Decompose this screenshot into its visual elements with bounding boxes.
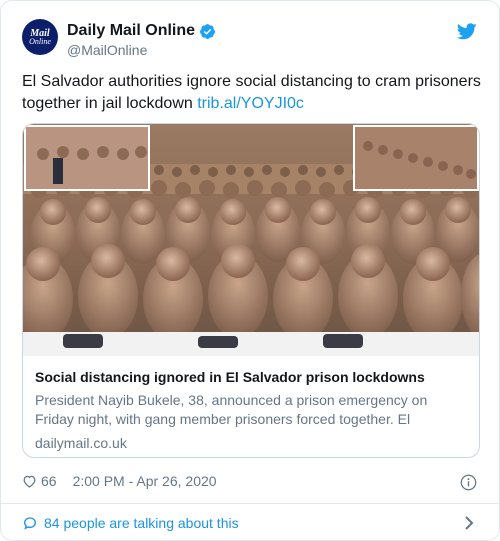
heart-icon[interactable] xyxy=(22,474,37,488)
avatar-line2: Online xyxy=(29,36,51,46)
card-image[interactable] xyxy=(23,124,480,356)
verified-badge-icon xyxy=(200,23,215,39)
conversation-text[interactable]: 84 people are talking about this xyxy=(44,515,239,531)
card-domain: dailymail.co.uk xyxy=(35,435,127,451)
avatar[interactable]: Mail Online xyxy=(22,19,58,55)
timestamp[interactable]: 2:00 PM - Apr 26, 2020 xyxy=(73,473,217,489)
like-count[interactable]: 66 xyxy=(41,473,57,489)
link-card[interactable]: Social distancing ignored in El Salvador… xyxy=(22,123,480,458)
divider xyxy=(1,503,499,504)
card-description: President Nayib Bukele, 38, announced a … xyxy=(35,392,428,427)
conversation-link[interactable]: 84 people are talking about this xyxy=(22,515,480,531)
display-name[interactable]: Daily Mail Online xyxy=(67,22,195,40)
tweet-link[interactable]: trib.al/YOYJI0c xyxy=(197,95,304,112)
author-name-row[interactable]: Daily Mail Online xyxy=(67,22,216,40)
card-title[interactable]: Social distancing ignored in El Salvador… xyxy=(35,368,465,387)
tweet-text: El Salvador authorities ignore social di… xyxy=(22,71,482,115)
info-icon[interactable] xyxy=(460,474,477,491)
tweet-embed[interactable]: Mail Online Daily Mail Online @MailOnlin… xyxy=(0,0,500,541)
speech-bubble-icon xyxy=(23,517,37,530)
twitter-bird-icon[interactable] xyxy=(457,23,477,40)
tweet-meta: 66 2:00 PM - Apr 26, 2020 xyxy=(22,473,217,489)
handle[interactable]: @MailOnline xyxy=(67,42,147,58)
chevron-right-icon[interactable] xyxy=(464,515,474,531)
card-text[interactable]: Social distancing ignored in El Salvador… xyxy=(35,368,465,451)
